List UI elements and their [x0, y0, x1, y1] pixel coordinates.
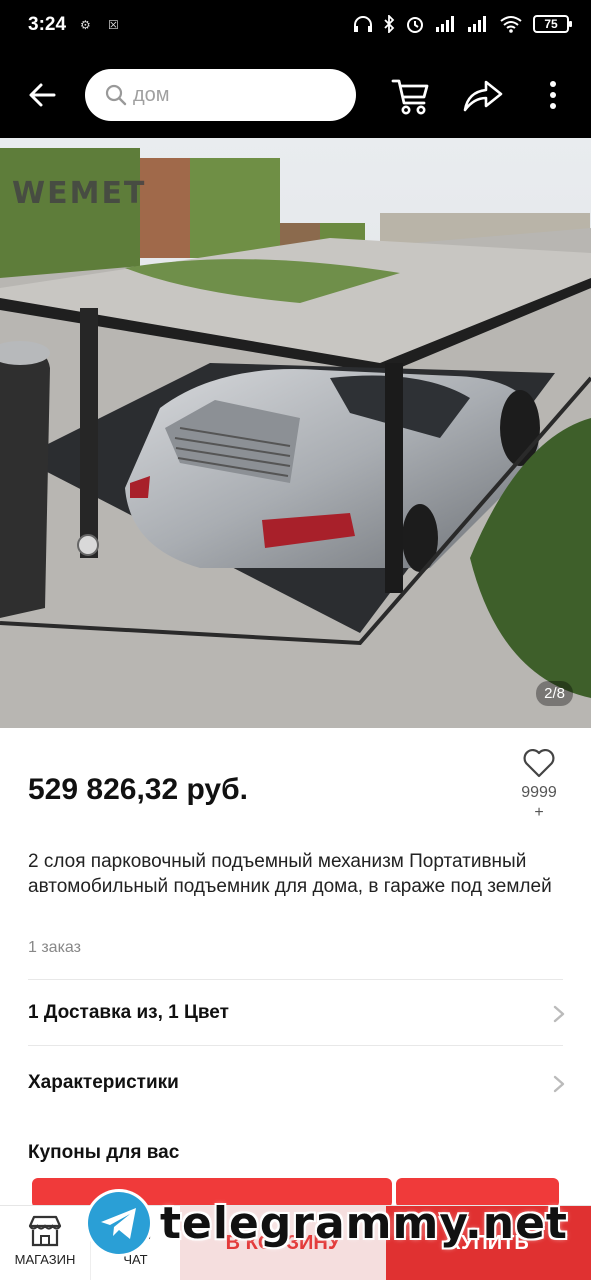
- more-button[interactable]: [540, 78, 566, 112]
- status-gear-icon: ⚙: [80, 18, 91, 32]
- signal-icon-1: [436, 16, 454, 32]
- back-arrow-icon: [29, 83, 56, 107]
- more-icon-dot: [550, 81, 556, 87]
- product-price: 529 826,32 руб.: [28, 773, 248, 806]
- wifi-icon: [500, 16, 522, 33]
- wishlist-button[interactable]: 9999 +: [510, 748, 568, 822]
- specs-label: Характеристики: [28, 1072, 179, 1093]
- headphones-icon: [354, 16, 372, 32]
- chevron-right-icon: [553, 1075, 565, 1093]
- chat-label: ЧАТ: [123, 1252, 148, 1267]
- store-label: МАГАЗИН: [14, 1252, 76, 1267]
- product-title: 2 слоя парковочный подъемный механизм По…: [28, 851, 552, 897]
- divider: [28, 979, 563, 980]
- status-bar: 3:24 ⚙ ☒ 75: [0, 0, 591, 52]
- add-to-cart-button[interactable]: В КОРЗИНУ: [180, 1206, 386, 1280]
- product-photo: [0, 138, 591, 728]
- search-input[interactable]: [133, 83, 333, 107]
- back-button[interactable]: [22, 77, 62, 113]
- image-counter: 2/8: [536, 681, 573, 706]
- alarm-icon: [407, 17, 423, 33]
- coupon-strip[interactable]: [32, 1178, 559, 1208]
- order-count: 1 заказ: [28, 939, 81, 956]
- chat-button[interactable]: ЧАТ: [90, 1206, 180, 1280]
- status-icons: 75: [353, 14, 572, 34]
- product-image-gallery[interactable]: WEMET 2/8: [0, 138, 591, 728]
- more-icon-dot: [550, 103, 556, 109]
- search-icon: [105, 84, 127, 106]
- bluetooth-icon: [384, 15, 395, 33]
- divider: [28, 1045, 563, 1046]
- image-logo: WEMET: [12, 176, 147, 211]
- delivery-row[interactable]: 1 Доставка из, 1 Цвет: [0, 983, 591, 1043]
- more-icon-dot: [550, 92, 556, 98]
- wishlist-count: 9999: [521, 784, 557, 801]
- buy-now-button[interactable]: КУПИТЬ: [386, 1206, 591, 1280]
- bottom-action-bar: МАГАЗИН ЧАТ В КОРЗИНУ КУПИТЬ: [0, 1205, 591, 1280]
- share-button[interactable]: [462, 78, 504, 114]
- wishlist-plus: +: [534, 804, 544, 821]
- delivery-label: 1 Доставка из, 1 Цвет: [28, 1002, 229, 1023]
- signal-icon-2: [468, 16, 486, 32]
- status-time: 3:24: [28, 14, 67, 35]
- app-bar: [0, 52, 591, 138]
- coupons-row[interactable]: Купоны для вас: [0, 1123, 591, 1183]
- search-box[interactable]: [85, 69, 356, 121]
- coupon-card[interactable]: [396, 1178, 559, 1208]
- store-button[interactable]: МАГАЗИН: [0, 1206, 90, 1280]
- share-icon: [463, 80, 503, 112]
- store-icon: [28, 1215, 62, 1247]
- cart-icon: [391, 79, 429, 115]
- coupon-card[interactable]: [32, 1178, 392, 1208]
- heart-icon: [523, 748, 555, 778]
- status-notification-icon: ☒: [108, 18, 119, 32]
- chat-icon: [121, 1217, 150, 1246]
- chevron-right-icon: [553, 1005, 565, 1023]
- battery-indicator: 75: [533, 15, 572, 33]
- coupons-label: Купоны для вас: [28, 1142, 180, 1163]
- specs-row[interactable]: Характеристики: [0, 1053, 591, 1113]
- cart-button[interactable]: [390, 76, 432, 116]
